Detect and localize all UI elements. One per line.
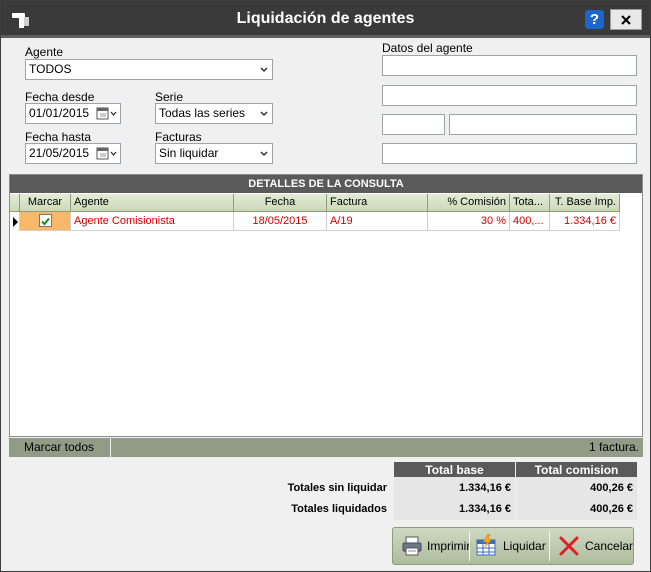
help-button[interactable]: ?: [585, 10, 604, 29]
action-button-bar: Imprimir Liquidar Cancelar: [392, 527, 634, 565]
cell-factura: A/19: [327, 212, 428, 231]
invoice-count: 1 factura.: [588, 440, 639, 454]
totales-liquidados-base: 1.334,16 €: [394, 498, 515, 520]
cell-total: 400,...: [510, 212, 550, 231]
datos-agente-nombre-field[interactable]: [382, 55, 637, 76]
serie-label: Serie: [155, 90, 184, 104]
totales-sin-liquidar-label: Totales sin liquidar: [287, 482, 387, 494]
cancelar-label: Cancelar: [585, 539, 634, 553]
liquidar-button[interactable]: Liquidar: [471, 530, 546, 562]
chevron-down-icon: [260, 111, 268, 117]
grid-header: Marcar Agente Fecha Factura % Comisión T…: [10, 194, 620, 212]
serie-select-value: Todas las series: [159, 106, 246, 120]
cell-marcar[interactable]: [20, 212, 71, 231]
agente-select-value: TODOS: [29, 62, 72, 76]
close-icon: [621, 15, 631, 25]
chevron-down-icon: [260, 151, 268, 157]
grid-header-indicator: [10, 194, 20, 212]
col-header-factura[interactable]: Factura: [327, 194, 428, 212]
col-header-comision[interactable]: % Comisión: [428, 194, 510, 212]
button-divider: [469, 531, 470, 561]
col-header-total[interactable]: Tota...: [510, 194, 550, 212]
liquidacion-window: Liquidación de agentes ? Agente TODOS Fe…: [0, 0, 651, 572]
totales-sin-liquidar-base: 1.334,16 €: [394, 477, 515, 499]
spreadsheet-lightning-icon: [476, 534, 496, 556]
red-x-icon: [559, 536, 579, 556]
close-button[interactable]: [610, 9, 642, 30]
fecha-desde-label: Fecha desde: [25, 90, 95, 104]
col-header-base[interactable]: T. Base Imp.: [550, 194, 620, 212]
datos-agente-label: Datos del agente: [382, 41, 473, 55]
facturas-select[interactable]: Sin liquidar: [155, 143, 273, 164]
col-header-agente[interactable]: Agente: [71, 194, 234, 212]
imprimir-label: Imprimir: [427, 539, 471, 553]
facturas-select-value: Sin liquidar: [159, 146, 219, 160]
calendar-icon[interactable]: [96, 146, 118, 161]
chevron-down-icon: [260, 67, 268, 73]
datos-agente-direccion-field[interactable]: [382, 85, 637, 106]
totales-liquidados-comision: 400,26 €: [516, 498, 637, 520]
liquidar-label: Liquidar: [503, 539, 546, 553]
totales-sin-liquidar-comision: 400,26 €: [516, 477, 637, 499]
row-indicator-icon: [10, 212, 20, 231]
table-row[interactable]: Agente Comisionista 18/05/2015 A/19 30 %…: [10, 212, 620, 231]
grid-footer-bar: Marcar todos 1 factura.: [9, 438, 643, 457]
mark-all-button[interactable]: Marcar todos: [9, 438, 111, 457]
fecha-desde-value: 01/01/2015: [29, 106, 90, 120]
checkmark-icon: [40, 217, 50, 226]
datos-agente-cp-field[interactable]: [382, 114, 445, 135]
button-divider: [549, 531, 550, 561]
fecha-desde-field[interactable]: 01/01/2015: [25, 103, 121, 124]
serie-select[interactable]: Todas las series: [155, 103, 273, 124]
col-header-marcar[interactable]: Marcar: [20, 194, 71, 212]
datos-agente-provincia-field[interactable]: [382, 143, 637, 164]
details-grid: DETALLES DE LA CONSULTA Marcar Agente Fe…: [9, 174, 643, 437]
fecha-hasta-field[interactable]: 21/05/2015: [25, 143, 121, 164]
totales-liquidados-label: Totales liquidados: [291, 503, 387, 515]
title-bar: Liquidación de agentes ?: [1, 1, 650, 38]
fecha-hasta-value: 21/05/2015: [29, 146, 90, 160]
facturas-label: Facturas: [155, 130, 202, 144]
window-title: Liquidación de agentes: [236, 10, 415, 27]
calendar-icon[interactable]: [96, 106, 118, 121]
cell-agente: Agente Comisionista: [71, 212, 234, 231]
datos-agente-poblacion-field[interactable]: [449, 114, 637, 135]
cell-fecha: 18/05/2015: [234, 212, 327, 231]
cell-base: 1.334,16 €: [550, 212, 620, 231]
imprimir-button[interactable]: Imprimir: [397, 530, 470, 562]
agente-label: Agente: [25, 45, 64, 59]
marcar-checkbox[interactable]: [38, 214, 52, 227]
printer-icon: [402, 536, 422, 556]
cell-comision: 30 %: [428, 212, 510, 231]
fecha-hasta-label: Fecha hasta: [25, 130, 92, 144]
agente-select[interactable]: TODOS: [25, 59, 273, 80]
col-header-fecha[interactable]: Fecha: [234, 194, 327, 212]
cancelar-button[interactable]: Cancelar: [553, 530, 633, 562]
grid-title: DETALLES DE LA CONSULTA: [10, 175, 642, 193]
